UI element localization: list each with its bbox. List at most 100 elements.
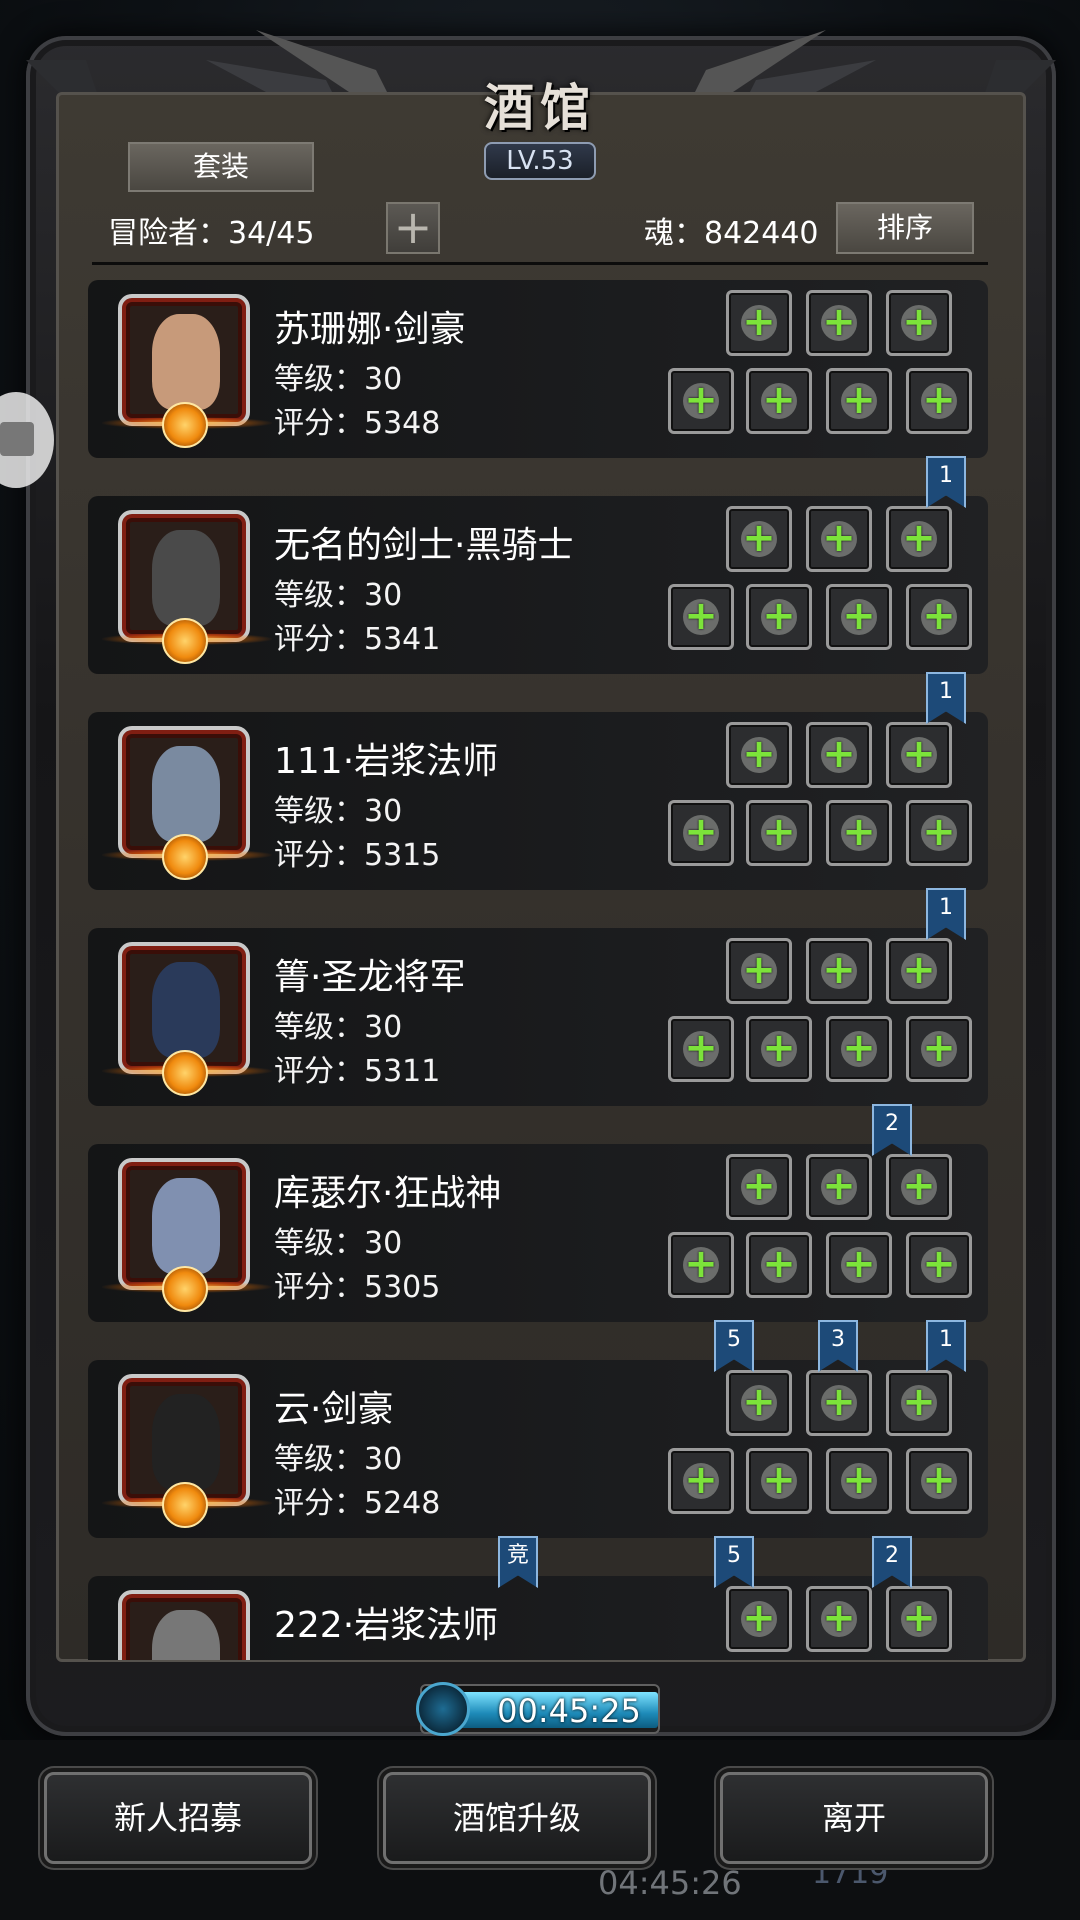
adventurer-score: 评分：5341 — [274, 622, 441, 657]
plus-icon: + — [684, 1241, 718, 1287]
equipment-slot[interactable]: + — [886, 1586, 952, 1652]
class-emblem-icon — [162, 618, 208, 664]
equipment-slot[interactable]: + — [668, 800, 734, 866]
adventurer-card[interactable]: 箐·圣龙将军 等级：30 评分：5311 + + + + + + + — [88, 928, 988, 1106]
equipment-slot[interactable]: + — [726, 1370, 792, 1436]
adventurer-card[interactable]: 222·岩浆法师 + + + — [88, 1576, 988, 1660]
equipment-slot[interactable]: + — [668, 584, 734, 650]
plus-icon: + — [902, 299, 936, 345]
adventurer-card[interactable]: 库瑟尔·狂战神 等级：30 评分：5305 + + + + + + + — [88, 1144, 988, 1322]
plus-icon: + — [742, 1379, 776, 1425]
equipment-slot[interactable]: + — [906, 1232, 972, 1298]
equipment-slot[interactable]: + — [886, 938, 952, 1004]
soul-currency: 魂：842440 — [644, 216, 819, 251]
equipment-slot[interactable]: + — [668, 368, 734, 434]
adventurer-name: 111·岩浆法师 — [274, 741, 499, 782]
plus-icon: + — [902, 515, 936, 561]
class-emblem-icon — [162, 1266, 208, 1312]
adventurer-card[interactable]: 云·剑豪 等级：30 评分：5248 + + + + + + + — [88, 1360, 988, 1538]
equipment-slot[interactable]: + — [806, 1370, 872, 1436]
plus-icon: + — [742, 731, 776, 777]
plus-icon: + — [822, 299, 856, 345]
plus-icon: + — [742, 299, 776, 345]
tavern-level-badge: LV.53 — [484, 142, 596, 180]
clock-icon — [416, 1682, 470, 1736]
equipment-slot[interactable]: + — [906, 1016, 972, 1082]
equipment-slot[interactable]: + — [806, 506, 872, 572]
equipment-slot[interactable]: + — [726, 938, 792, 1004]
adventurer-score: 评分：5348 — [274, 406, 441, 441]
adventurer-card[interactable]: 苏珊娜·剑豪 等级：30 评分：5348 + + + + + + + — [88, 280, 988, 458]
equipment-slot[interactable]: + — [826, 1016, 892, 1082]
equipment-slot[interactable]: + — [806, 722, 872, 788]
adventurer-name: 云·剑豪 — [274, 1389, 394, 1430]
equipment-slot[interactable]: + — [806, 290, 872, 356]
equipment-slot[interactable]: + — [826, 584, 892, 650]
equipment-slot[interactable]: + — [906, 584, 972, 650]
equipment-slot[interactable]: + — [886, 1154, 952, 1220]
plus-icon: + — [902, 1379, 936, 1425]
class-emblem-icon — [162, 402, 208, 448]
equipment-slot[interactable]: + — [726, 722, 792, 788]
equipment-slot[interactable]: + — [886, 290, 952, 356]
hero-face — [152, 1178, 220, 1274]
equipment-slot[interactable]: + — [668, 1232, 734, 1298]
plus-icon: + — [922, 1025, 956, 1071]
timer-text: 00:45:25 — [497, 1692, 641, 1730]
set-tab-button[interactable]: 套装 — [128, 142, 314, 192]
adventurer-name: 无名的剑士·黑骑士 — [274, 525, 574, 566]
equipment-slot[interactable]: + — [826, 800, 892, 866]
plus-icon: + — [922, 809, 956, 855]
equipment-slot[interactable]: + — [806, 1154, 872, 1220]
plus-icon: + — [922, 377, 956, 423]
equipment-slot[interactable]: + — [746, 368, 812, 434]
adventurer-level: 等级：30 — [274, 578, 403, 613]
adventurer-list[interactable]: 苏珊娜·剑豪 等级：30 评分：5348 + + + + + + + 无名的剑士·黑骑士 等级：30 评… — [88, 280, 988, 1660]
adventurer-card[interactable]: 无名的剑士·黑骑士 等级：30 评分：5341 + + + + + + + — [88, 496, 988, 674]
plus-icon: + — [742, 1163, 776, 1209]
equipment-slot[interactable]: + — [906, 800, 972, 866]
equipment-slot[interactable]: + — [806, 1586, 872, 1652]
plus-icon: + — [902, 947, 936, 993]
adventurer-name: 222·岩浆法师 — [274, 1605, 499, 1646]
plus-icon: + — [684, 377, 718, 423]
equipment-slot[interactable]: + — [668, 1448, 734, 1514]
equipment-slot[interactable]: + — [826, 368, 892, 434]
equipment-slot[interactable]: + — [726, 506, 792, 572]
adventurer-name: 苏珊娜·剑豪 — [274, 309, 466, 350]
equipment-slot[interactable]: + — [746, 1016, 812, 1082]
plus-icon: + — [842, 1457, 876, 1503]
class-emblem-icon — [162, 1050, 208, 1096]
adventurer-count: 冒险者：34/45 — [108, 216, 315, 251]
equipment-slot[interactable]: + — [826, 1232, 892, 1298]
equipment-slot[interactable]: + — [906, 368, 972, 434]
plus-icon: + — [822, 515, 856, 561]
recruit-button[interactable]: 新人招募 — [44, 1772, 312, 1864]
plus-icon: + — [684, 593, 718, 639]
sort-button[interactable]: 排序 — [836, 202, 974, 254]
leave-button[interactable]: 离开 — [720, 1772, 988, 1864]
adventurer-score: 评分：5315 — [274, 838, 441, 873]
adventurer-level: 等级：30 — [274, 362, 403, 397]
equipment-slot[interactable]: + — [746, 800, 812, 866]
equipment-slot[interactable]: + — [886, 506, 952, 572]
adventurer-portrait[interactable] — [118, 1590, 250, 1660]
equipment-slot[interactable]: + — [886, 722, 952, 788]
equipment-slot[interactable]: + — [746, 1448, 812, 1514]
equipment-slot[interactable]: + — [806, 938, 872, 1004]
plus-icon: + — [922, 1457, 956, 1503]
equipment-slot[interactable]: + — [886, 1370, 952, 1436]
equipment-slot[interactable]: + — [668, 1016, 734, 1082]
equipment-slot[interactable]: + — [746, 584, 812, 650]
equipment-slot[interactable]: + — [906, 1448, 972, 1514]
add-slot-button[interactable]: + — [386, 202, 440, 254]
equipment-slot[interactable]: + — [746, 1232, 812, 1298]
plus-icon: + — [762, 1457, 796, 1503]
adventurer-card[interactable]: 111·岩浆法师 等级：30 评分：5315 + + + + + + + — [88, 712, 988, 890]
tavern-upgrade-button[interactable]: 酒馆升级 — [383, 1772, 651, 1864]
equipment-slot[interactable]: + — [826, 1448, 892, 1514]
plus-icon: + — [762, 1241, 796, 1287]
equipment-slot[interactable]: + — [726, 290, 792, 356]
equipment-slot[interactable]: + — [726, 1154, 792, 1220]
equipment-slot[interactable]: + — [726, 1586, 792, 1652]
